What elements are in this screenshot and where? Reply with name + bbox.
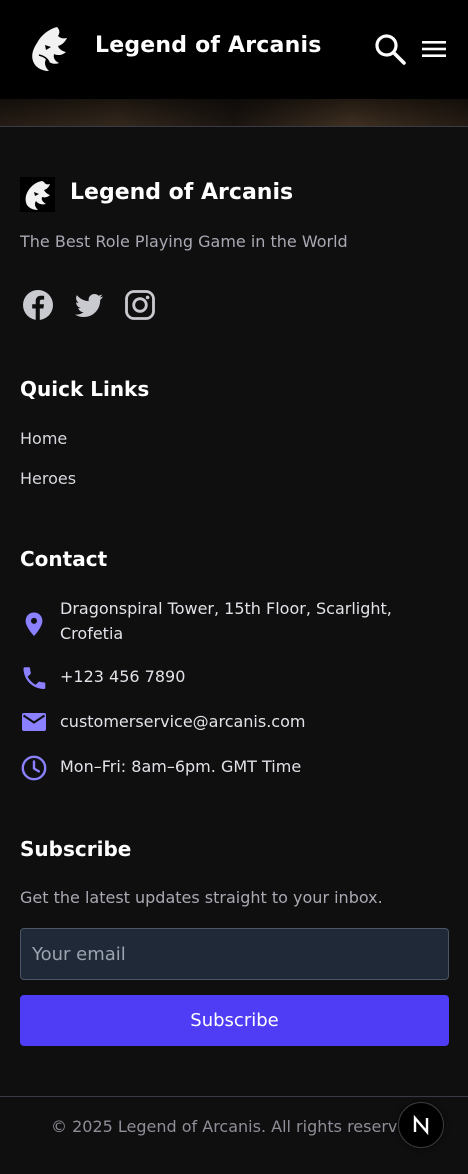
dragon-head-icon[interactable]	[27, 25, 71, 73]
contact-title: Contact	[20, 547, 108, 571]
footer-logo-icon	[20, 177, 55, 212]
instagram-icon[interactable]	[124, 289, 156, 321]
footer-divider	[0, 126, 468, 127]
twitter-icon[interactable]	[73, 289, 105, 321]
location-pin-icon	[25, 612, 43, 636]
copyright-divider	[0, 1096, 468, 1097]
quick-links-title: Quick Links	[20, 377, 150, 401]
quick-link-home[interactable]: Home	[20, 429, 67, 448]
quick-link-heroes[interactable]: Heroes	[20, 469, 76, 488]
footer-tagline: The Best Role Playing Game in the World	[20, 232, 348, 251]
footer-brand: Legend of Arcanis	[70, 180, 294, 205]
dev-badge-button[interactable]	[398, 1102, 444, 1148]
email-input[interactable]	[20, 928, 449, 980]
n-logo-icon	[413, 1114, 429, 1136]
contact-email[interactable]: customerservice@arcanis.com	[60, 709, 450, 734]
contact-phone[interactable]: +123 456 7890	[60, 664, 450, 689]
hero-image-strip	[0, 99, 468, 126]
phone-icon	[23, 667, 46, 689]
subscribe-description: Get the latest updates straight to your …	[20, 888, 383, 907]
contact-hours: Mon–Fri: 8am–6pm. GMT Time	[60, 757, 302, 776]
email-icon	[22, 713, 46, 731]
facebook-icon[interactable]	[22, 289, 54, 321]
clock-icon	[21, 755, 47, 781]
site-header: Legend of Arcanis	[0, 0, 468, 99]
subscribe-title: Subscribe	[20, 837, 132, 861]
search-icon[interactable]	[373, 32, 407, 66]
header-title[interactable]: Legend of Arcanis	[95, 33, 321, 58]
hamburger-menu-icon[interactable]	[418, 32, 450, 66]
contact-address: Dragonspiral Tower, 15th Floor, Scarligh…	[60, 599, 392, 643]
subscribe-button[interactable]: Subscribe	[20, 995, 449, 1046]
